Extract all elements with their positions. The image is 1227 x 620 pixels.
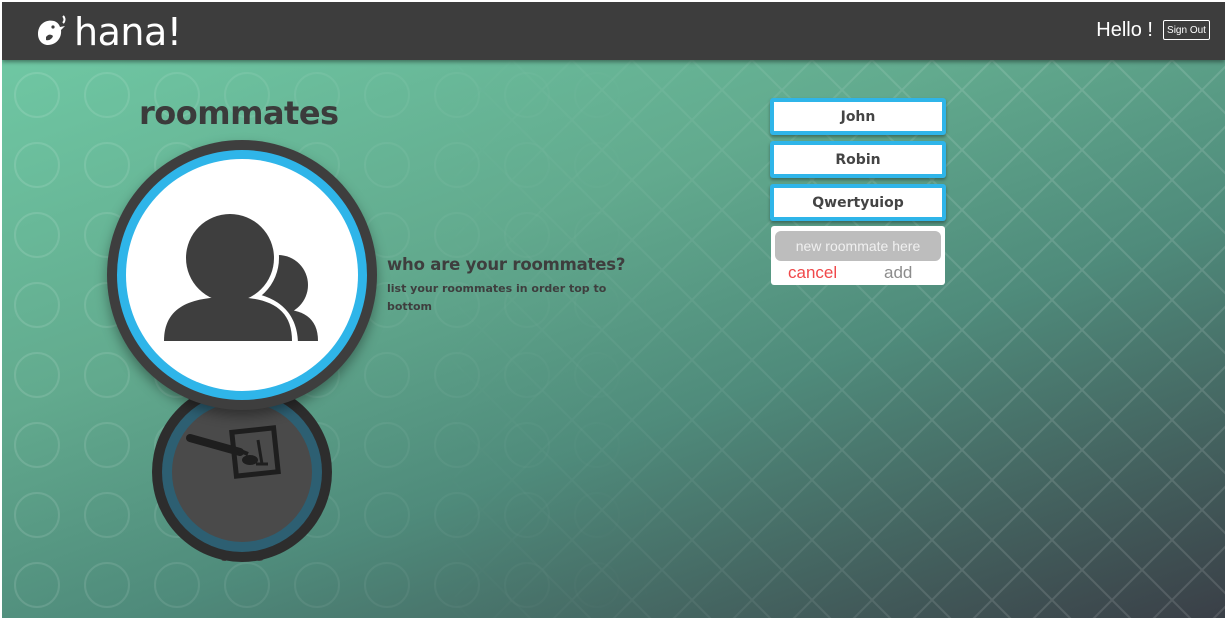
roommate-name: John — [774, 102, 942, 131]
bird-logo-icon — [38, 15, 66, 45]
roommates-step-button[interactable] — [107, 140, 377, 410]
sign-out-button[interactable]: Sign Out — [1163, 20, 1210, 40]
greeting: Hello ! — [1096, 19, 1153, 41]
logo[interactable]: hana! — [32, 10, 182, 54]
roommate-name: Qwertyuiop — [774, 188, 942, 217]
cleaning-task-icon — [186, 425, 281, 479]
page-title: roommates — [139, 94, 339, 132]
prompt-title: who are your roommates? — [387, 255, 626, 274]
top-bar: hana! Hello ! Sign Out — [2, 2, 1225, 60]
main-content: roommates tasks — [2, 60, 1225, 618]
roommate-name: Robin — [774, 145, 942, 174]
roommate-item[interactable]: Qwertyuiop — [770, 184, 946, 221]
app-frame: hana! Hello ! Sign Out roommates who are… — [2, 2, 1225, 618]
new-roommate-input[interactable] — [775, 231, 941, 261]
add-roommate-form: cancel add — [771, 226, 945, 285]
roommate-item[interactable]: Robin — [770, 141, 946, 178]
logo-text: hana! — [74, 10, 182, 54]
cancel-button[interactable]: cancel — [788, 263, 837, 283]
people-group-icon — [156, 209, 318, 345]
roommates-list: John Robin Qwertyuiop — [770, 98, 946, 227]
roommate-item[interactable]: John — [770, 98, 946, 135]
prompt-subtitle: list your roommates in order top to bott… — [387, 282, 607, 313]
add-button[interactable]: add — [884, 263, 912, 283]
